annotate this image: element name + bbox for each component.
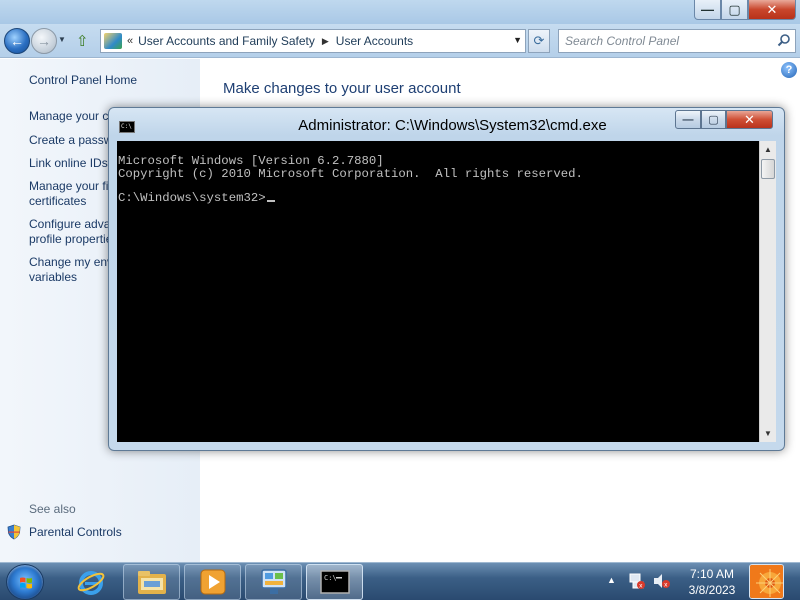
- console-output[interactable]: Microsoft Windows [Version 6.2.7880] Copy…: [117, 141, 759, 442]
- taskbar-control-panel[interactable]: [245, 564, 302, 600]
- cmd-maximize-button[interactable]: ▢: [701, 110, 726, 129]
- cmd-window[interactable]: C:\ Administrator: C:\Windows\System32\c…: [108, 107, 785, 451]
- parental-controls-link-row[interactable]: Parental Controls: [6, 524, 122, 540]
- forward-arrow-icon: →: [37, 33, 51, 49]
- scroll-down-arrow-icon[interactable]: ▼: [760, 425, 776, 442]
- cp-close-button[interactable]: ✕: [748, 0, 796, 20]
- taskbar-windows-explorer[interactable]: [123, 564, 180, 600]
- cmd-close-button[interactable]: ✕: [726, 110, 773, 129]
- cmd-minimize-button[interactable]: —: [675, 110, 701, 129]
- show-hidden-icons-arrow[interactable]: ▲: [607, 575, 616, 585]
- vertical-scrollbar[interactable]: ▲ ▼: [759, 141, 776, 442]
- scroll-up-arrow-icon[interactable]: ▲: [760, 141, 776, 158]
- svg-text:x: x: [664, 582, 668, 589]
- taskbar-internet-explorer[interactable]: [62, 564, 119, 600]
- console-line: Copyright (c) 2010 Microsoft Corporation…: [118, 166, 583, 181]
- search-input[interactable]: [559, 30, 769, 52]
- start-button[interactable]: [6, 564, 44, 600]
- cp-minimize-button[interactable]: —: [694, 0, 721, 20]
- console-prompt: C:\Windows\system32>: [118, 191, 266, 206]
- navigation-bar: ← → ▼ ⇧ « User Accounts and Family Safet…: [0, 24, 800, 58]
- clock[interactable]: 7:10 AM 3/8/2023: [680, 566, 744, 598]
- cmd-icon: C:\: [319, 570, 350, 594]
- refresh-icon: ⟳: [533, 33, 545, 48]
- forward-button[interactable]: →: [31, 28, 57, 54]
- console-line: Microsoft Windows [Version 6.2.7880]: [118, 154, 384, 169]
- clock-date: 3/8/2023: [688, 583, 736, 597]
- media-player-icon: [200, 569, 225, 595]
- address-bar[interactable]: « User Accounts and Family Safety ▶ User…: [100, 29, 526, 53]
- volume-muted-icon[interactable]: x: [652, 573, 670, 589]
- svg-text:x: x: [639, 583, 643, 590]
- page-title: Make changes to your user account: [223, 80, 461, 97]
- taskbar-command-prompt[interactable]: C:\: [306, 564, 363, 600]
- svg-text:C:\: C:\: [324, 574, 337, 582]
- ie-icon: [77, 571, 104, 595]
- sidebar-control-panel-home[interactable]: Control Panel Home: [29, 73, 199, 88]
- shield-icon: [7, 524, 21, 540]
- cp-maximize-button[interactable]: ▢: [721, 0, 748, 20]
- control-panel-icon: [260, 569, 287, 594]
- address-dropdown-icon[interactable]: ▼: [513, 35, 522, 45]
- taskbar-media-player[interactable]: [184, 564, 241, 600]
- back-button[interactable]: ←: [4, 28, 30, 54]
- show-desktop-button[interactable]: [749, 564, 784, 599]
- windows-logo-icon: [20, 577, 32, 589]
- text-cursor: [266, 200, 275, 203]
- control-panel-icon: [104, 33, 122, 49]
- breadcrumb-separator-icon[interactable]: ▶: [322, 36, 329, 47]
- explorer-icon: [137, 571, 166, 594]
- back-arrow-icon: ←: [10, 33, 24, 49]
- taskbar: C:\ ▲ x x 7:10 AM 3/8/2023: [0, 562, 800, 600]
- cmd-titlebar[interactable]: C:\ Administrator: C:\Windows\System32\c…: [109, 108, 784, 140]
- network-icon[interactable]: x: [628, 573, 646, 589]
- help-icon[interactable]: ?: [781, 62, 797, 78]
- up-folder-icon[interactable]: ⇧: [76, 32, 94, 50]
- parental-controls-link[interactable]: Parental Controls: [29, 525, 122, 539]
- breadcrumb-user-accounts[interactable]: User Accounts: [336, 34, 413, 48]
- address-overflow-chevron[interactable]: «: [127, 35, 133, 47]
- clock-time: 7:10 AM: [689, 567, 735, 581]
- console-prompt-line: C:\Windows\system32>: [118, 192, 758, 204]
- flower-desktop-preview-icon: [750, 565, 783, 598]
- recent-pages-dropdown[interactable]: ▼: [58, 35, 68, 47]
- scrollbar-thumb[interactable]: [761, 159, 775, 179]
- control-panel-titlebar[interactable]: — ▢ ✕: [0, 0, 800, 24]
- breadcrumb-user-accounts-family-safety[interactable]: User Accounts and Family Safety: [138, 34, 315, 48]
- search-icon[interactable]: [777, 33, 791, 47]
- refresh-button[interactable]: ⟳: [528, 29, 550, 53]
- search-box[interactable]: [558, 29, 796, 53]
- see-also-label: See also: [29, 502, 76, 516]
